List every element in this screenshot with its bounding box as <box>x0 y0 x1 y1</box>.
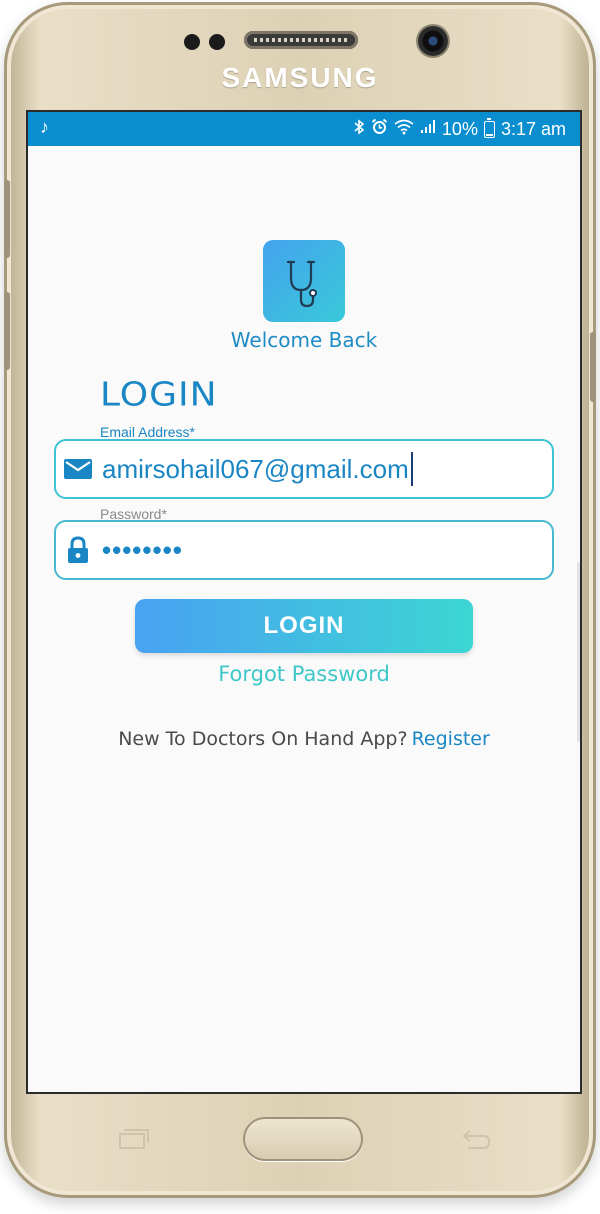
sensor-dot <box>209 34 225 50</box>
battery-percent: 10% <box>441 118 478 139</box>
forgot-password-link[interactable]: Forgot Password <box>28 662 580 686</box>
wifi-icon <box>394 119 414 140</box>
register-prompt-text: New To Doctors On Hand App? <box>118 728 408 750</box>
welcome-text: Welcome Back <box>230 328 378 352</box>
status-icons: 10% 3:17 am <box>353 117 566 140</box>
music-note-icon: ♪ <box>40 117 49 137</box>
battery-icon <box>483 117 495 138</box>
home-button[interactable] <box>243 1117 363 1161</box>
signal-icon <box>420 119 436 139</box>
password-value[interactable]: •••••••• <box>102 535 183 566</box>
email-field[interactable]: amirsohail067@gmail.com <box>54 439 554 499</box>
front-camera <box>418 26 448 56</box>
register-link[interactable]: Register <box>412 728 490 750</box>
back-icon[interactable] <box>458 1128 492 1150</box>
register-prompt: New To Doctors On Hand App? Register <box>28 728 580 750</box>
login-heading: LOGIN <box>100 376 218 414</box>
phone-frame: SAMSUNG ♪ 10% 3:17 am Welcome Back LOGIN… <box>4 2 596 1198</box>
volume-up-button <box>4 180 10 258</box>
status-time: 3:17 am <box>500 118 566 139</box>
alarm-icon <box>371 118 388 140</box>
earpiece-speaker <box>244 31 358 49</box>
phone-screen: ♪ 10% 3:17 am Welcome Back LOGIN Email A… <box>26 110 582 1094</box>
edge-indicator <box>577 562 580 742</box>
lock-icon <box>56 536 100 564</box>
volume-down-button <box>4 292 10 370</box>
bluetooth-icon <box>353 118 365 140</box>
device-brand-logo: SAMSUNG <box>221 62 379 93</box>
sensor-dot <box>184 34 200 50</box>
email-value[interactable]: amirsohail067@gmail.com <box>102 454 409 485</box>
mail-icon <box>56 459 100 479</box>
email-label: Email Address* <box>100 424 195 440</box>
text-cursor <box>410 452 413 486</box>
status-bar: ♪ 10% 3:17 am <box>28 112 580 146</box>
app-logo-stethoscope-icon <box>263 240 345 322</box>
power-button <box>590 332 596 402</box>
recent-apps-icon[interactable] <box>118 1128 150 1150</box>
login-button[interactable]: LOGIN <box>135 599 473 653</box>
password-field[interactable]: •••••••• <box>54 520 554 580</box>
